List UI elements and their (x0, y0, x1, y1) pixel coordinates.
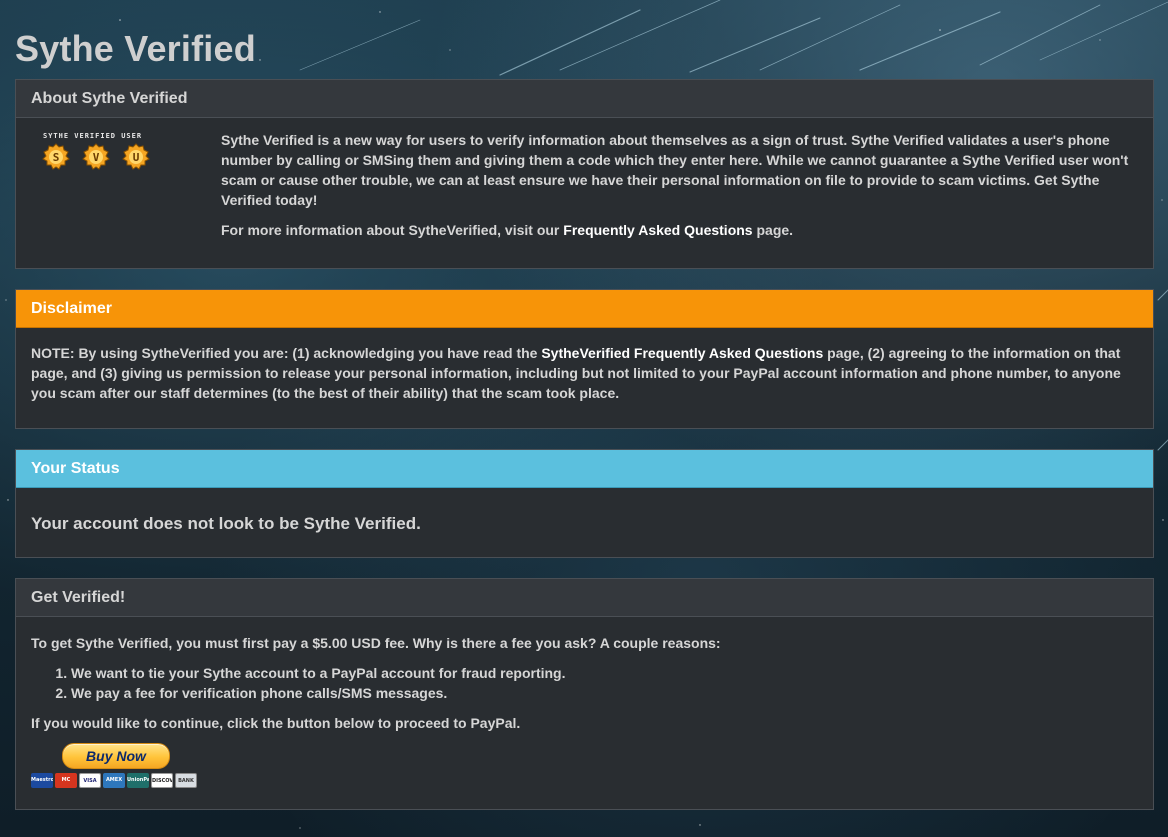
status-message: Your account does not look to be Sythe V… (31, 514, 421, 533)
badge-s-letter: S (53, 151, 60, 164)
about-more-info: For more information about SytheVerified… (221, 220, 1138, 240)
amex-card-icon: AMEX (103, 773, 125, 788)
reasons-list: We want to tie your Sythe account to a P… (31, 663, 1138, 703)
status-panel: Your Status Your account does not look t… (15, 449, 1154, 558)
badge-caption: SYTHE VERIFIED USER (43, 132, 143, 140)
visa-card-icon: VISA (79, 773, 101, 788)
bank-icon: BANK (175, 773, 197, 788)
disclaimer-panel-body: NOTE: By using SytheVerified you are: (1… (16, 328, 1153, 428)
status-panel-header: Your Status (16, 450, 1153, 488)
payment-cards: Maestro MC VISA AMEX UnionPay DISCOVER B… (31, 773, 1138, 788)
badge-u-letter: U (133, 151, 140, 164)
discover-card-icon: DISCOVER (151, 773, 173, 788)
badge-u-icon: U (122, 143, 150, 170)
badge-s-icon: S (42, 143, 70, 170)
mastercard-icon: MC (55, 773, 77, 788)
disclaimer-faq-link[interactable]: SytheVerified Frequently Asked Questions (541, 345, 823, 361)
disclaimer-text: NOTE: By using SytheVerified you are: (1… (31, 343, 1138, 403)
faq-link[interactable]: Frequently Asked Questions (563, 222, 752, 238)
get-verified-panel: Get Verified! To get Sythe Verified, you… (15, 578, 1154, 810)
badge-v-letter: V (93, 151, 100, 164)
verified-badge: SYTHE VERIFIED USER S V U (31, 130, 221, 250)
continue-text: If you would like to continue, click the… (31, 715, 521, 731)
more-info-prefix: For more information about SytheVerified… (221, 222, 564, 238)
about-paragraph: Sythe Verified is a new way for users to… (221, 132, 1129, 208)
disclaimer-text-prefix: NOTE: By using SytheVerified you are: (1… (31, 345, 542, 361)
list-item: We want to tie your Sythe account to a P… (71, 663, 1138, 683)
badge-icons: S V U (42, 143, 221, 171)
about-panel-header: About Sythe Verified (16, 80, 1153, 118)
more-info-suffix: page. (752, 222, 794, 238)
get-verified-panel-body: To get Sythe Verified, you must first pa… (16, 617, 1153, 803)
disclaimer-panel-header: Disclaimer (16, 290, 1153, 328)
badge-v-icon: V (82, 143, 110, 170)
maestro-card-icon: Maestro (31, 773, 53, 788)
get-verified-intro: To get Sythe Verified, you must first pa… (31, 635, 721, 651)
disclaimer-panel: Disclaimer NOTE: By using SytheVerified … (15, 289, 1154, 429)
about-text: Sythe Verified is a new way for users to… (221, 130, 1138, 250)
page-title: Sythe Verified (15, 28, 256, 69)
get-verified-panel-header: Get Verified! (16, 579, 1153, 617)
list-item: We pay a fee for verification phone call… (71, 683, 1138, 703)
unionpay-card-icon: UnionPay (127, 773, 149, 788)
about-panel-body: SYTHE VERIFIED USER S V U Sythe Verified… (16, 118, 1153, 265)
about-panel: About Sythe Verified SYTHE VERIFIED USER… (15, 79, 1154, 269)
paypal-buy-now-button[interactable]: Buy Now (62, 743, 170, 769)
paypal-buy-area: Buy Now Maestro MC VISA AMEX UnionPay DI… (31, 743, 1138, 788)
